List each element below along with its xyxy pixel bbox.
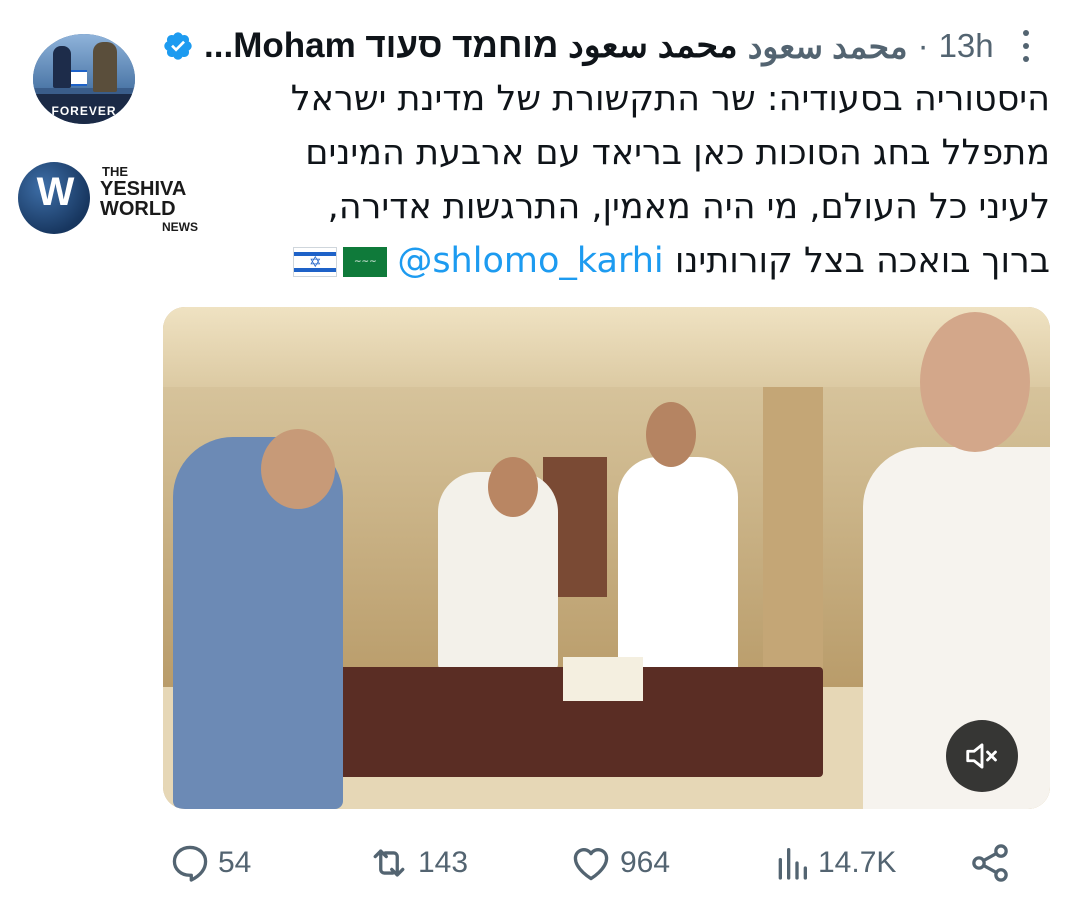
tweet-text-last-line: ברוך בואכה בצל קורותינו @shlomo_karhi ✡ ~~… bbox=[210, 234, 1050, 288]
video-scene-ceiling bbox=[163, 307, 1050, 387]
reply-count: 54 bbox=[218, 846, 252, 879]
tweet-timestamp[interactable]: 13h bbox=[939, 27, 994, 65]
video-person-right-head bbox=[920, 312, 1030, 452]
watermark-text-world: WORLD bbox=[100, 198, 176, 220]
tweet-header: محمد سعود מוחמד סעוד Moham... محمد سعود … bbox=[162, 22, 1038, 70]
repost-icon bbox=[373, 849, 405, 877]
reply-button[interactable]: 54 bbox=[168, 835, 251, 891]
avatar-figure-right bbox=[93, 42, 117, 92]
header-separator: · bbox=[917, 27, 929, 64]
video-scene-pillar bbox=[763, 387, 823, 687]
video-person-reader-head bbox=[488, 457, 538, 517]
video-person-tallit bbox=[618, 457, 738, 677]
more-dot bbox=[1023, 56, 1029, 62]
video-person-left-head bbox=[261, 429, 335, 509]
video-torah-scroll bbox=[563, 657, 643, 701]
more-options-icon[interactable] bbox=[1014, 26, 1038, 66]
mute-toggle-button[interactable] bbox=[946, 720, 1018, 792]
tweet-action-bar: 54 143 964 14.7K bbox=[168, 835, 1022, 891]
video-person-tallit-head bbox=[646, 402, 696, 467]
tweet-text-line: לעיני כל העולם, מי היה מאמין, התרגשות אד… bbox=[327, 187, 1050, 227]
heart-icon bbox=[573, 848, 609, 881]
avatar-caption: FOREVER bbox=[51, 104, 117, 118]
views-button[interactable]: 14.7K bbox=[772, 835, 896, 891]
video-table bbox=[283, 667, 823, 777]
mention-link[interactable]: @shlomo_karhi bbox=[397, 241, 663, 281]
saudi-flag-icon: ~~~ bbox=[343, 247, 388, 277]
repost-button[interactable]: 143 bbox=[366, 835, 468, 891]
like-count: 964 bbox=[620, 846, 671, 879]
tweet-text-line: היסטוריה בסעודיה: שר התקשורת של מדינת יש… bbox=[290, 79, 1050, 119]
more-dot bbox=[1023, 30, 1029, 36]
repost-count: 143 bbox=[418, 846, 469, 879]
views-bar-chart-icon bbox=[778, 848, 807, 880]
israel-flag-icon: ✡ bbox=[293, 247, 338, 277]
share-button[interactable] bbox=[968, 835, 1012, 891]
yeshiva-world-news-watermark: W THE YESHIVA WORLD NEWS bbox=[16, 160, 198, 238]
avatar-flag bbox=[71, 70, 87, 86]
author-display-name[interactable]: محمد سعود מוחמד סעוד Moham... bbox=[204, 26, 738, 66]
share-icon bbox=[972, 844, 1008, 882]
watermark-text-the: THE bbox=[102, 164, 128, 179]
view-count: 14.7K bbox=[818, 846, 897, 879]
more-dot bbox=[1023, 43, 1029, 49]
flag-emojis: ✡ ~~~ bbox=[293, 247, 388, 277]
tweet-text-line: ברוך בואכה בצל קורותינו bbox=[674, 241, 1050, 281]
reply-icon bbox=[172, 845, 208, 882]
like-button[interactable]: 964 bbox=[568, 835, 670, 891]
tweet-text: היסטוריה בסעודיה: שר התקשורת של מדינת יש… bbox=[210, 72, 1050, 294]
avatar-figure-left bbox=[53, 46, 71, 88]
tweet-text-line: מתפלל בחג הסוכות כאן בריאד עם ארבעת המינ… bbox=[305, 133, 1050, 173]
watermark-text-news: NEWS bbox=[162, 220, 198, 234]
author-handle[interactable]: محمد سعود bbox=[748, 27, 908, 66]
author-avatar[interactable]: FOREVER bbox=[33, 34, 135, 124]
tweet-video[interactable] bbox=[163, 307, 1050, 809]
watermark-logo-letter: W bbox=[36, 170, 75, 214]
speaker-muted-icon bbox=[966, 743, 997, 769]
verified-badge-icon bbox=[164, 32, 192, 60]
